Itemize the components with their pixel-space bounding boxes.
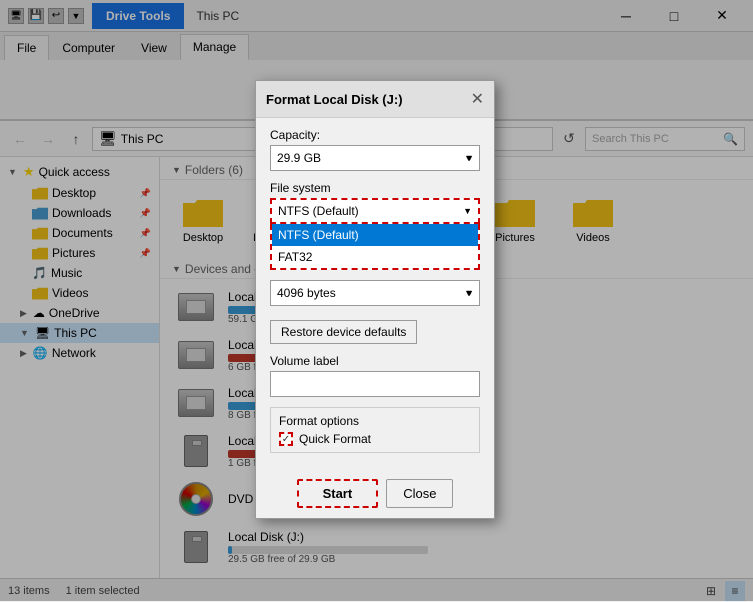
- filesystem-select[interactable]: NTFS (Default) ▼: [270, 198, 480, 224]
- filesystem-option-ntfs[interactable]: NTFS (Default): [272, 224, 478, 246]
- allocation-group: 4096 bytes ▼: [270, 280, 480, 306]
- allocation-select[interactable]: 4096 bytes ▼: [270, 280, 480, 306]
- allocation-select-wrapper: 4096 bytes ▼: [270, 280, 480, 306]
- filesystem-dropdown-arrow: ▼: [463, 206, 472, 216]
- filesystem-value: NTFS (Default): [278, 204, 359, 218]
- format-dialog-close-icon[interactable]: ✕: [471, 89, 484, 109]
- format-dialog: Format Local Disk (J:) ✕ Capacity: 29.9 …: [255, 80, 495, 519]
- capacity-select[interactable]: 29.9 GB ▼: [270, 145, 480, 171]
- quick-format-row: ✓ Quick Format: [279, 432, 471, 446]
- checkmark-icon: ✓: [282, 434, 290, 445]
- restore-group: Restore device defaults: [270, 316, 480, 344]
- format-dialog-title: Format Local Disk (J:): [266, 92, 403, 107]
- restore-defaults-button[interactable]: Restore device defaults: [270, 320, 417, 344]
- filesystem-group: File system NTFS (Default) ▼ NTFS (Defau…: [270, 181, 480, 270]
- volume-label: Volume label: [270, 354, 480, 368]
- volume-input[interactable]: [270, 371, 480, 397]
- format-options-legend: Format options: [279, 414, 471, 428]
- allocation-dropdown-arrow: ▼: [464, 288, 473, 298]
- capacity-group: Capacity: 29.9 GB ▼: [270, 128, 480, 171]
- format-dialog-body: Capacity: 29.9 GB ▼ File system NTFS (De…: [256, 118, 494, 473]
- capacity-dropdown-arrow: ▼: [464, 153, 473, 163]
- capacity-label: Capacity:: [270, 128, 480, 142]
- format-dialog-titlebar: Format Local Disk (J:) ✕: [256, 81, 494, 118]
- allocation-value: 4096 bytes: [277, 286, 336, 300]
- capacity-value: 29.9 GB: [277, 151, 321, 165]
- format-options-group: Format options ✓ Quick Format: [270, 407, 480, 453]
- filesystem-label: File system: [270, 181, 480, 195]
- capacity-select-wrapper: 29.9 GB ▼: [270, 145, 480, 171]
- volume-group: Volume label: [270, 354, 480, 397]
- close-button[interactable]: Close: [386, 479, 453, 508]
- filesystem-option-ntfs-label: NTFS (Default): [278, 228, 359, 242]
- filesystem-option-fat32[interactable]: FAT32: [272, 246, 478, 268]
- quick-format-checkbox[interactable]: ✓: [279, 432, 293, 446]
- filesystem-option-fat32-label: FAT32: [278, 250, 312, 264]
- quick-format-label: Quick Format: [299, 432, 371, 446]
- filesystem-dropdown: NTFS (Default) FAT32: [270, 224, 480, 270]
- format-dialog-footer: Start Close: [256, 473, 494, 518]
- start-button[interactable]: Start: [297, 479, 379, 508]
